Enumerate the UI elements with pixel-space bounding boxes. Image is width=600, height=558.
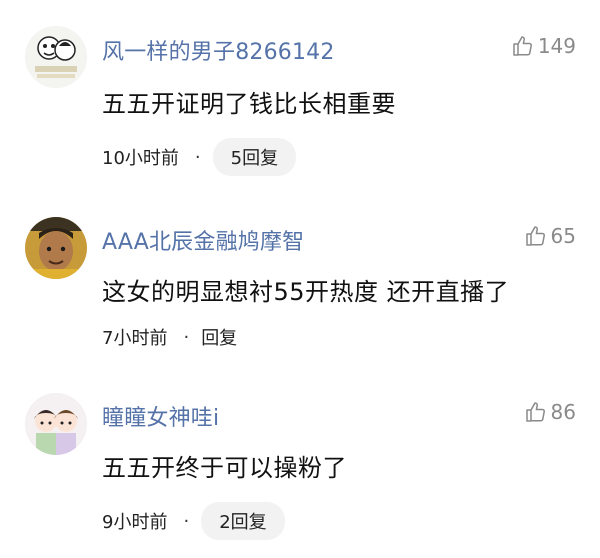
like-button[interactable]: 86 [524,400,576,424]
separator: · [194,146,201,168]
comment-meta: 10小时前 · 5回复 [102,138,297,176]
timestamp: 7小时前 [102,328,168,349]
username[interactable]: 风一样的男子8266142 [102,34,335,66]
avatar[interactable] [25,217,87,279]
thumbs-up-icon [513,36,532,56]
comment-text: 五五开终于可以操粉了 [102,454,347,482]
anime-avatar-image [25,393,87,455]
comment-item: 瞳瞳女神哇i 86 五五开终于可以操粉了 9小时前 · 2回复 [0,370,600,558]
like-count: 86 [550,400,576,424]
username[interactable]: AAA北辰金融鸠摩智 [102,224,304,256]
comment-meta: 9小时前 · 2回复 [102,502,285,540]
meme-avatar-image [25,26,87,88]
separator: · [183,510,190,532]
comment-item: AAA北辰金融鸠摩智 65 这女的明显想衬55开热度 还开直播了 7小时前 · … [0,190,600,370]
timestamp: 9小时前 [102,512,168,533]
reply-button[interactable]: 2回复 [201,502,285,540]
thumbs-up-icon [525,226,545,246]
comment-meta: 7小时前 · 回复 [102,324,237,350]
like-button[interactable]: 149 [511,34,576,58]
like-count: 65 [550,224,576,248]
avatar[interactable] [25,393,87,455]
timestamp: 10小时前 [102,148,179,169]
comment-text: 这女的明显想衬55开热度 还开直播了 [102,278,510,306]
reply-button[interactable]: 5回复 [212,138,297,176]
like-button[interactable]: 65 [524,224,576,248]
comment-text: 五五开证明了钱比长相重要 [102,90,396,118]
person-avatar-image [25,217,87,279]
like-count: 149 [537,34,576,58]
avatar[interactable] [25,26,87,88]
separator: · [183,326,190,348]
comment-item: 风一样的男子8266142 149 五五开证明了钱比长相重要 10小时前 · 5… [0,0,600,190]
thumbs-up-icon [525,402,545,422]
reply-button[interactable]: 回复 [201,324,237,350]
username[interactable]: 瞳瞳女神哇i [102,400,219,432]
